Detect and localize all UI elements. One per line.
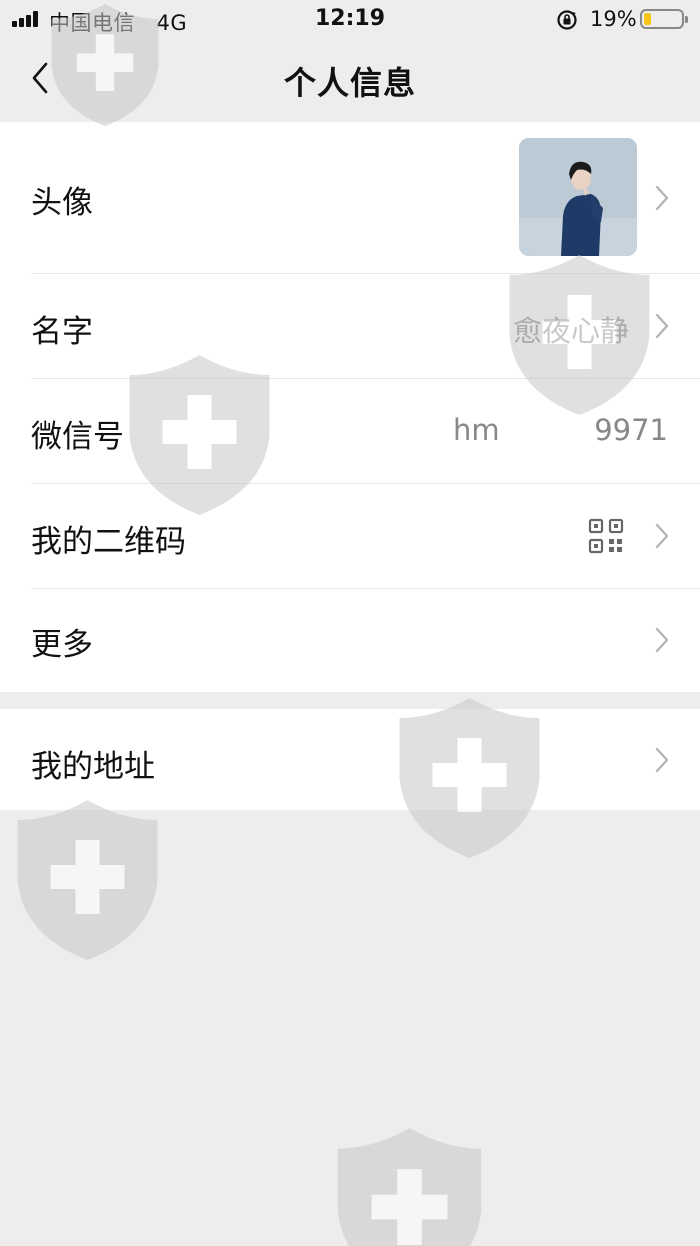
wechat-id-value-end: 9971 — [594, 413, 668, 447]
shield-watermark-icon — [337, 1128, 482, 1246]
page-title: 个人信息 — [283, 64, 416, 102]
chevron-right-icon — [655, 627, 669, 653]
chevron-right-icon — [655, 747, 669, 773]
profile-info-group: 头像 名字 愈夜心静 微信号 hm 9971 我的二维码 更多 — [0, 122, 700, 692]
status-bar: 中国电信 4G 12:19 19% — [0, 0, 700, 40]
list-item-qr-code[interactable]: 我的二维码 — [0, 484, 700, 589]
shield-watermark-icon — [17, 800, 158, 960]
battery-percent: 19% — [590, 7, 637, 31]
address-group: 我的地址 — [0, 709, 700, 810]
navigation-bar: 个人信息 — [0, 40, 700, 122]
orientation-lock-icon — [557, 10, 577, 30]
battery-level-fill — [644, 13, 651, 25]
row-label: 微信号 — [31, 419, 124, 455]
list-item-my-address[interactable]: 我的地址 — [0, 709, 700, 810]
avatar[interactable] — [519, 138, 637, 256]
list-item-name[interactable]: 名字 愈夜心静 — [0, 274, 700, 379]
list-item-more[interactable]: 更多 — [0, 589, 700, 692]
row-label: 头像 — [31, 185, 93, 221]
qr-code-icon — [588, 518, 624, 554]
row-label: 我的二维码 — [31, 524, 186, 560]
chevron-right-icon — [655, 313, 669, 339]
row-label: 名字 — [31, 314, 93, 350]
row-label: 我的地址 — [31, 749, 155, 785]
row-label: 更多 — [31, 627, 93, 663]
chevron-right-icon — [655, 523, 669, 549]
list-item-avatar[interactable]: 头像 — [0, 122, 700, 274]
chevron-right-icon — [655, 185, 669, 211]
wechat-id-value-start: hm — [453, 413, 500, 447]
avatar-image — [519, 138, 637, 256]
name-value: 愈夜心静 — [512, 314, 629, 348]
battery-icon — [640, 9, 688, 29]
list-item-wechat-id[interactable]: 微信号 hm 9971 — [0, 379, 700, 484]
